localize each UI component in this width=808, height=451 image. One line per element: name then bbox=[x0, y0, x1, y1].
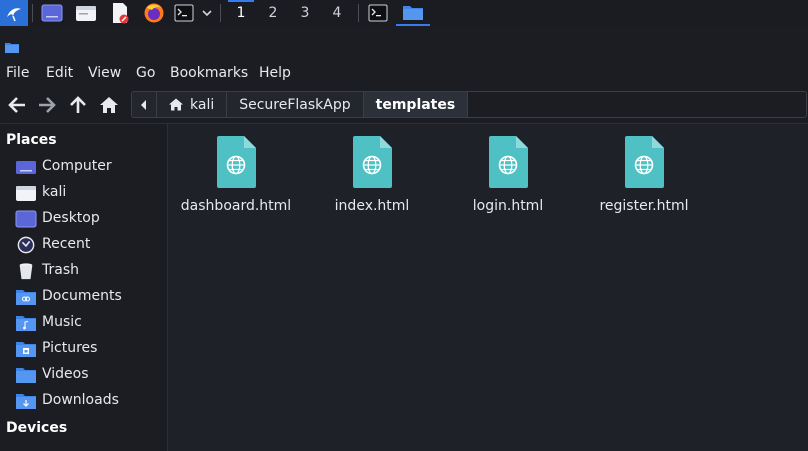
breadcrumb-empty-space bbox=[468, 91, 807, 118]
sidebar-item-label: Computer bbox=[42, 158, 112, 174]
panel-separator bbox=[220, 4, 221, 22]
home-icon bbox=[169, 98, 183, 111]
workspace-3[interactable]: 3 bbox=[290, 0, 320, 26]
menu-view[interactable]: View bbox=[88, 65, 121, 81]
arrow-right-icon bbox=[39, 97, 56, 113]
sidebar-item-label: Downloads bbox=[42, 392, 119, 408]
downloads-folder-icon bbox=[16, 394, 36, 409]
sidebar-item-label: Recent bbox=[42, 236, 91, 252]
sidebar-item-label: Pictures bbox=[42, 340, 98, 356]
sidebar-item-pictures[interactable]: Pictures bbox=[0, 336, 167, 362]
file-name: dashboard.html bbox=[180, 198, 292, 214]
home-icon bbox=[100, 97, 118, 113]
file-item-login[interactable]: login.html bbox=[440, 134, 576, 234]
file-name: login.html bbox=[472, 198, 544, 214]
menu-bookmarks[interactable]: Bookmarks bbox=[170, 65, 248, 81]
breadcrumb-item-secureflaskapp[interactable]: SecureFlaskApp bbox=[227, 91, 364, 118]
breadcrumb-label: templates bbox=[375, 96, 456, 113]
file-manager-icon[interactable] bbox=[72, 0, 100, 26]
devices-heading: Devices bbox=[6, 420, 68, 436]
menu-bar: File Edit View Go Bookmarks Help bbox=[0, 60, 808, 86]
breadcrumb-scroll-left[interactable] bbox=[131, 91, 157, 118]
sidebar-item-music[interactable]: Music bbox=[0, 310, 167, 336]
file-item-dashboard[interactable]: dashboard.html bbox=[168, 134, 304, 234]
menu-help[interactable]: Help bbox=[259, 65, 291, 81]
chevron-left-icon bbox=[141, 99, 146, 110]
html-file-icon bbox=[489, 136, 528, 188]
home-folder-icon bbox=[16, 186, 36, 201]
videos-folder-icon bbox=[16, 368, 36, 383]
breadcrumb-label: kali bbox=[190, 96, 215, 113]
kali-dragon-icon[interactable] bbox=[0, 0, 28, 26]
terminal-icon[interactable] bbox=[172, 0, 196, 26]
file-name: register.html bbox=[599, 198, 689, 214]
file-item-index[interactable]: index.html bbox=[304, 134, 440, 234]
pictures-folder-icon bbox=[16, 342, 36, 357]
sidebar-item-computer[interactable]: Computer bbox=[0, 154, 167, 180]
sidebar: Places Computer kali Desktop Recent Tras… bbox=[0, 124, 168, 451]
sidebar-item-recent[interactable]: Recent bbox=[0, 232, 167, 258]
file-item-register[interactable]: register.html bbox=[576, 134, 712, 234]
breadcrumb: kali SecureFlaskApp templates bbox=[131, 91, 807, 118]
home-button[interactable] bbox=[98, 94, 120, 116]
places-heading: Places bbox=[6, 132, 57, 148]
html-file-icon bbox=[353, 136, 392, 188]
sidebar-item-documents[interactable]: Documents bbox=[0, 284, 167, 310]
back-button[interactable] bbox=[6, 94, 28, 116]
sidebar-item-label: Trash bbox=[42, 262, 79, 278]
panel-separator bbox=[32, 4, 33, 22]
chevron-down-icon[interactable] bbox=[198, 0, 216, 26]
panel-separator bbox=[358, 4, 359, 22]
sidebar-item-downloads[interactable]: Downloads bbox=[0, 388, 167, 414]
file-name: index.html bbox=[334, 198, 410, 214]
workspace-1[interactable]: 1 bbox=[226, 0, 256, 26]
toolbar: kali SecureFlaskApp templates bbox=[0, 86, 808, 124]
terminal-task-icon[interactable] bbox=[364, 0, 392, 26]
music-folder-icon bbox=[16, 316, 36, 331]
sidebar-item-videos[interactable]: Videos bbox=[0, 362, 167, 388]
sidebar-item-label: Music bbox=[42, 314, 82, 330]
file-manager-task-icon[interactable] bbox=[396, 0, 430, 26]
desktop-folder-icon bbox=[15, 210, 37, 228]
sidebar-item-label: Documents bbox=[42, 288, 122, 304]
up-button[interactable] bbox=[67, 94, 89, 116]
top-panel: 1 2 3 4 bbox=[0, 0, 808, 26]
computer-icon bbox=[16, 161, 36, 174]
folder-icon bbox=[5, 38, 19, 57]
documents-folder-icon bbox=[16, 290, 36, 305]
html-file-icon bbox=[625, 136, 664, 188]
sidebar-item-desktop[interactable]: Desktop bbox=[0, 206, 167, 232]
sidebar-item-label: kali bbox=[42, 184, 67, 200]
window-titlebar bbox=[0, 26, 808, 60]
arrow-up-icon bbox=[70, 96, 86, 113]
sidebar-item-trash[interactable]: Trash bbox=[0, 258, 167, 284]
breadcrumb-label: SecureFlaskApp bbox=[239, 96, 351, 113]
file-view: dashboard.html index.html login.html reg… bbox=[168, 124, 808, 451]
forward-button[interactable] bbox=[36, 94, 58, 116]
trash-icon bbox=[19, 263, 33, 280]
sidebar-item-label: Videos bbox=[42, 366, 89, 382]
arrow-left-icon bbox=[8, 97, 25, 113]
breadcrumb-item-templates[interactable]: templates bbox=[363, 91, 469, 118]
text-editor-icon[interactable] bbox=[106, 0, 134, 26]
menu-go[interactable]: Go bbox=[136, 65, 155, 81]
recent-icon bbox=[17, 236, 35, 254]
menu-file[interactable]: File bbox=[6, 65, 29, 81]
breadcrumb-item-kali[interactable]: kali bbox=[157, 91, 228, 118]
workspace-4[interactable]: 4 bbox=[322, 0, 352, 26]
firefox-icon[interactable] bbox=[140, 0, 168, 26]
html-file-icon bbox=[217, 136, 256, 188]
sidebar-item-kali[interactable]: kali bbox=[0, 180, 167, 206]
workspace-2[interactable]: 2 bbox=[258, 0, 288, 26]
menu-edit[interactable]: Edit bbox=[46, 65, 73, 81]
sidebar-item-label: Desktop bbox=[42, 210, 100, 226]
desktop-icon[interactable] bbox=[38, 0, 66, 26]
